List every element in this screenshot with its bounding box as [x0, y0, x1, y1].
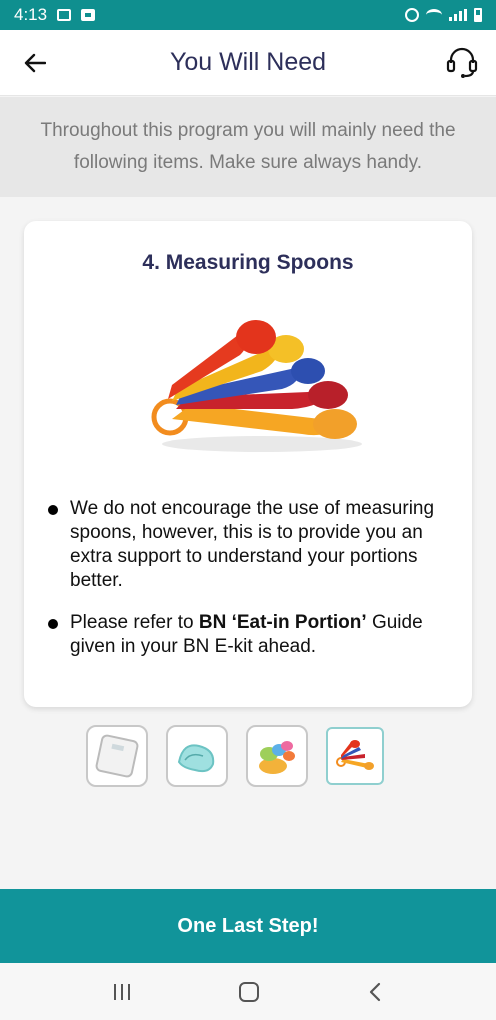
measuring-spoons-icon [336, 740, 374, 770]
app-header: You Will Need [0, 30, 496, 96]
app-notification-icon [81, 9, 96, 21]
list-item: We do not encourage the use of measuring… [44, 497, 454, 593]
weighing-scale-icon [95, 734, 139, 778]
recents-icon[interactable] [114, 983, 131, 1000]
support-button[interactable] [442, 42, 482, 82]
alarm-icon [405, 8, 419, 22]
bullet-dot-icon [48, 619, 58, 629]
headset-icon [446, 47, 478, 78]
thumbnail-measuring-spoons[interactable] [326, 727, 384, 785]
thumbnail-measuring-tape[interactable] [166, 725, 228, 787]
signal-icon [449, 9, 467, 21]
bullet-text: We do not encourage the use of measuring… [70, 498, 435, 591]
page-title: You Will Need [169, 48, 327, 76]
gallery-notification-icon [57, 9, 72, 21]
thumbnail-weighing-scale[interactable] [86, 725, 148, 787]
guide-name: BN ‘Eat-in Portion’ [198, 612, 367, 633]
one-last-step-button[interactable]: One Last Step! [0, 889, 496, 963]
bullet-list: We do not encourage the use of measuring… [44, 497, 454, 677]
home-icon[interactable] [238, 981, 259, 1002]
thumbnail-measuring-cups[interactable] [246, 725, 308, 787]
item-thumbnails [86, 725, 384, 787]
item-title: 4. Measuring Spoons [142, 251, 354, 274]
item-card: 4. Measuring Spoons We do not encourage … [24, 221, 472, 707]
measuring-cups-icon [259, 741, 295, 774]
arrow-left-icon [24, 53, 46, 73]
nav-back-icon[interactable] [368, 982, 382, 1002]
back-button[interactable] [18, 46, 52, 80]
wifi-icon [426, 9, 442, 21]
status-time: 4:13 [14, 5, 48, 24]
measuring-tape-icon [177, 744, 215, 773]
list-item: Please refer to BN ‘Eat-in Portion’ Guid… [44, 611, 454, 659]
bullet-dot-icon [48, 505, 58, 515]
measuring-spoons-image [151, 320, 362, 452]
battery-icon [474, 8, 482, 22]
system-nav-bar [0, 963, 496, 1020]
bullet-text: Please refer to BN ‘Eat-in Portion’ Guid… [70, 612, 423, 657]
intro-text: Throughout this program you will mainly … [0, 97, 496, 197]
status-bar: 4:13 [0, 0, 496, 30]
